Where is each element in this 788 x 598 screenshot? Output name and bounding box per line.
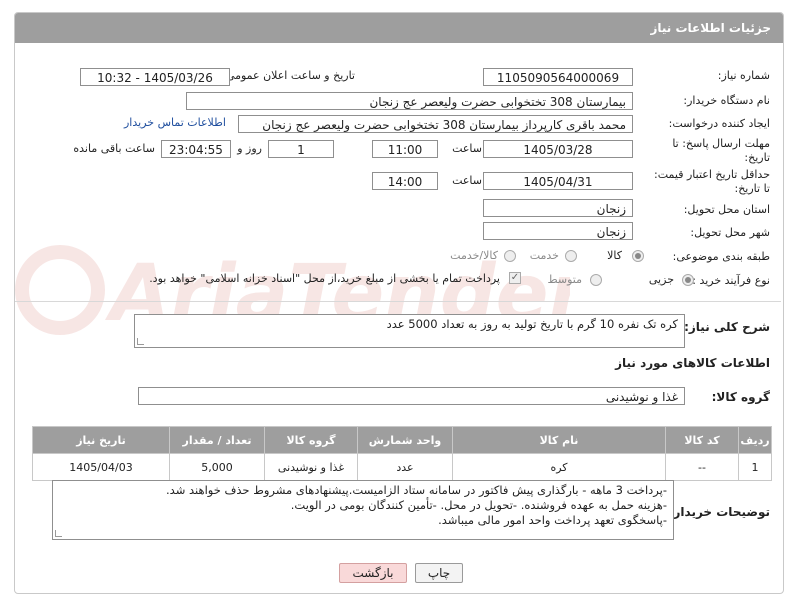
category-label: طبقه بندی موضوعی:	[672, 250, 770, 263]
items-table: ردیف کد کالا نام کالا واحد شمارش گروه کا…	[32, 426, 772, 481]
category-option-goods: کالا	[607, 249, 622, 262]
buyer-notes-field: -پرداخت 3 ماهه - بارگذاری پیش فاکتور در …	[52, 480, 674, 540]
process-option-medium: متوسط	[547, 273, 582, 286]
resize-handle-icon[interactable]	[137, 338, 144, 345]
deadline-time-label: ساعت	[452, 142, 482, 155]
price-validity-time-label: ساعت	[452, 174, 482, 187]
back-button[interactable]: بازگشت	[339, 563, 407, 583]
category-radio-service[interactable]	[565, 250, 577, 262]
col-code: کد کالا	[665, 426, 739, 454]
buyer-notes-line: -هزینه حمل به عهده فروشنده. -تحویل در مح…	[290, 498, 667, 512]
category-radio-goods[interactable]	[632, 250, 644, 262]
deadline-date-field: 1405/03/28	[483, 140, 633, 158]
deadline-time-field: 11:00	[372, 140, 438, 158]
col-name: نام کالا	[452, 426, 666, 454]
panel-title: جزئیات اطلاعات نیاز	[15, 13, 783, 43]
buyer-org-label: نام دستگاه خریدار:	[683, 94, 770, 107]
deadline-days-label: روز و	[237, 142, 262, 155]
col-quantity: تعداد / مقدار	[169, 426, 265, 454]
cell-unit: عدد	[357, 453, 453, 481]
announce-datetime-label: تاریخ و ساعت اعلان عمومی:	[222, 69, 355, 82]
category-option-service: خدمت	[529, 249, 559, 262]
requester-label: ایجاد کننده درخواست:	[668, 117, 770, 130]
table-row: 1 -- کره عدد غذا و نوشیدنی 5,000 1405/04…	[32, 453, 772, 481]
category-radio-goods-service[interactable]	[504, 250, 516, 262]
delivery-province-field: زنجان	[483, 199, 633, 217]
process-type-label: نوع فرآیند خرید :	[692, 274, 770, 287]
treasury-payment-note: پرداخت تمام یا بخشی از مبلغ خرید،از محل …	[149, 272, 500, 285]
buyer-notes-label: توضیحات خریدار:	[668, 505, 770, 519]
buyer-org-field: بیمارستان 308 تختخوابی حضرت ولیعصر عج زن…	[186, 92, 633, 110]
requester-field: محمد باقری کارپرداز بیمارستان 308 تختخوا…	[238, 115, 633, 133]
price-validity-time-field: 14:00	[372, 172, 438, 190]
remaining-time-field: 23:04:55	[161, 140, 231, 158]
col-unit: واحد شمارش	[357, 426, 453, 454]
remaining-time-label: ساعت باقی مانده	[73, 142, 155, 155]
process-option-minor: جزیی	[648, 273, 674, 286]
deadline-days-field: 1	[268, 140, 334, 158]
items-table-header: ردیف کد کالا نام کالا واحد شمارش گروه کا…	[32, 426, 772, 454]
resize-handle-icon[interactable]	[55, 530, 62, 537]
cell-group: غذا و نوشیدنی	[264, 453, 358, 481]
deadline-label-line2: تاریخ:	[744, 151, 770, 164]
announce-datetime-field: 1405/03/26 - 10:32	[80, 68, 230, 86]
buyer-notes-line: -پاسخگوی تعهد پرداخت واحد امور مالی میبا…	[438, 513, 667, 527]
price-validity-label-line1: حداقل تاریخ اعتبار قیمت:	[654, 168, 770, 181]
need-number-field: 1105090564000069	[483, 68, 633, 86]
buyer-notes-line: -پرداخت 3 ماهه - بارگذاری پیش فاکتور در …	[166, 483, 667, 497]
cell-row: 1	[738, 453, 772, 481]
delivery-city-label: شهر محل تحویل:	[690, 226, 770, 239]
col-row: ردیف	[738, 426, 772, 454]
deadline-label-line1: مهلت ارسال پاسخ: تا	[672, 137, 770, 150]
price-validity-label-line2: تا تاریخ:	[734, 182, 770, 195]
cell-name: کره	[452, 453, 666, 481]
need-number-label: شماره نیاز:	[717, 69, 770, 82]
treasury-payment-checkbox[interactable]: ✓	[509, 272, 521, 284]
process-radio-minor[interactable]	[682, 274, 694, 286]
goods-info-title: اطلاعات کالاهای مورد نیاز	[615, 356, 770, 370]
description-text: کره تک نفره 10 گرم با تاریخ تولید به روز…	[386, 317, 678, 331]
cell-code: --	[665, 453, 739, 481]
price-validity-date-field: 1405/04/31	[483, 172, 633, 190]
goods-group-field: غذا و نوشیدنی	[138, 387, 685, 405]
goods-group-label: گروه کالا:	[711, 390, 770, 404]
print-button[interactable]: چاپ	[415, 563, 463, 583]
description-field: کره تک نفره 10 گرم با تاریخ تولید به روز…	[134, 314, 685, 348]
buyer-contact-link[interactable]: اطلاعات تماس خریدار	[124, 116, 226, 129]
category-option-goods-service: کالا/خدمت	[450, 249, 498, 262]
cell-quantity: 5,000	[169, 453, 265, 481]
cell-need-date: 1405/04/03	[32, 453, 170, 481]
delivery-province-label: استان محل تحویل:	[683, 203, 770, 216]
col-group: گروه کالا	[264, 426, 358, 454]
description-label: شرح کلی نیاز:	[684, 320, 770, 334]
section-divider	[15, 301, 781, 302]
process-radio-medium[interactable]	[590, 274, 602, 286]
delivery-city-field: زنجان	[483, 222, 633, 240]
col-need-date: تاریخ نیاز	[32, 426, 170, 454]
